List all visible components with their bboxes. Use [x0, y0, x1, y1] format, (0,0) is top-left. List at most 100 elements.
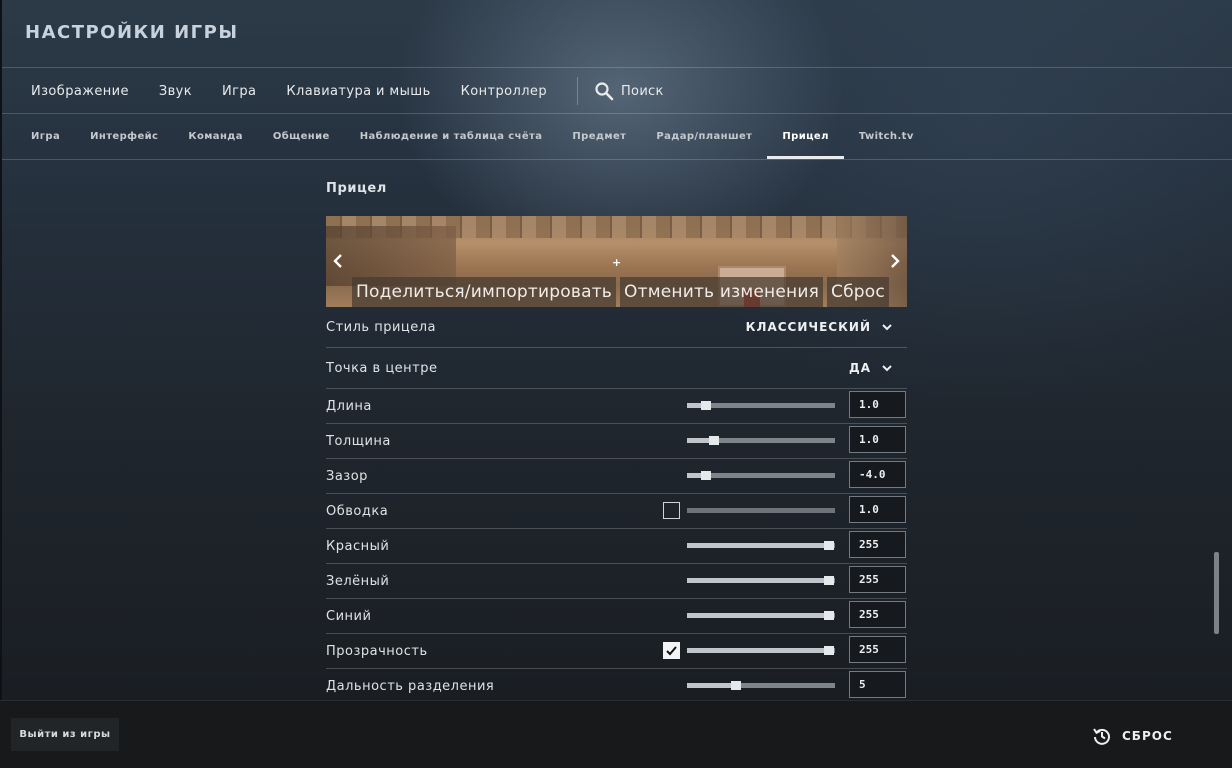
tab-game[interactable]: Игра	[222, 84, 256, 99]
red-input[interactable]: 255	[849, 531, 906, 558]
main-tabs: Изображение Звук Игра Клавиатура и мышь …	[0, 68, 664, 114]
slider-fill	[687, 543, 830, 548]
setting-label: Точка в центре	[326, 361, 438, 376]
footer: Выйти из игры СБРОС	[0, 700, 1232, 768]
outline-input[interactable]: 1.0	[849, 496, 906, 523]
setting-row-thickness: Толщина 1.0	[326, 424, 907, 459]
search-icon	[595, 82, 614, 101]
setting-row-red: Красный 255	[326, 529, 907, 564]
divider	[2, 113, 1232, 114]
exit-game-button[interactable]: Выйти из игры	[11, 718, 119, 751]
preview-reset-button[interactable]: Сброс	[827, 277, 889, 307]
setting-label: Красный	[326, 539, 390, 554]
subtab-radar[interactable]: Радар/планшет	[641, 115, 767, 159]
dropdown-value: ДА	[849, 361, 871, 375]
center-dot-dropdown[interactable]: ДА	[849, 361, 893, 375]
slider-thumb[interactable]	[701, 471, 712, 480]
setting-label: Прозрачность	[326, 644, 428, 659]
slider-thumb[interactable]	[824, 611, 835, 620]
reset-button[interactable]: СБРОС	[1092, 726, 1173, 746]
subtab-interface[interactable]: Интерфейс	[75, 115, 173, 159]
thickness-slider[interactable]	[687, 436, 835, 445]
split-distance-input[interactable]: 5	[849, 671, 906, 698]
chevron-down-icon	[882, 365, 892, 372]
slider-thumb[interactable]	[701, 401, 712, 410]
section-title: Прицел	[326, 181, 387, 196]
subtab-crosshair[interactable]: Прицел	[767, 115, 845, 159]
tab-keyboard-mouse[interactable]: Клавиатура и мышь	[286, 84, 430, 99]
preview-actions: Поделиться/импортировать Отменить измене…	[352, 277, 893, 307]
tab-video[interactable]: Изображение	[31, 84, 129, 99]
slider-fill	[687, 578, 830, 583]
setting-row-gap: Зазор -4.0	[326, 459, 907, 494]
revert-changes-button[interactable]: Отменить изменения	[620, 277, 824, 307]
page-title: НАСТРОЙКИ ИГРЫ	[25, 22, 239, 43]
share-import-button[interactable]: Поделиться/импортировать	[352, 277, 617, 307]
subtab-item[interactable]: Предмет	[557, 115, 641, 159]
style-dropdown[interactable]: КЛАССИЧЕСКИЙ	[746, 320, 893, 334]
setting-row-style: Стиль прицела КЛАССИЧЕСКИЙ	[326, 307, 907, 348]
blue-input[interactable]: 255	[849, 601, 906, 628]
slider-fill	[687, 683, 736, 688]
slider-thumb[interactable]	[708, 436, 719, 445]
crosshair-sample: +	[612, 256, 622, 269]
reset-label: СБРОС	[1122, 729, 1173, 743]
subtab-communication[interactable]: Общение	[258, 115, 345, 159]
tab-audio[interactable]: Звук	[159, 84, 192, 99]
dropdown-value: КЛАССИЧЕСКИЙ	[745, 320, 871, 334]
green-input[interactable]: 255	[849, 566, 906, 593]
slider-thumb[interactable]	[824, 576, 835, 585]
setting-label: Обводка	[326, 504, 389, 519]
gap-slider[interactable]	[687, 471, 835, 480]
setting-label: Стиль прицела	[326, 320, 437, 335]
setting-label: Толщина	[326, 434, 391, 449]
red-slider[interactable]	[687, 541, 835, 550]
outline-checkbox[interactable]	[663, 502, 680, 519]
setting-row-green: Зелёный 255	[326, 564, 907, 599]
gap-input[interactable]: -4.0	[849, 461, 906, 488]
setting-row-center-dot: Точка в центре ДА	[326, 348, 907, 389]
divider	[2, 159, 1232, 160]
thickness-input[interactable]: 1.0	[849, 426, 906, 453]
green-slider[interactable]	[687, 576, 835, 585]
slider-thumb[interactable]	[824, 646, 835, 655]
setting-label: Синий	[326, 609, 372, 624]
slider-thumb[interactable]	[730, 681, 741, 690]
setting-row-split-distance: Дальность разделения 5	[326, 669, 907, 704]
settings-list: Стиль прицела КЛАССИЧЕСКИЙ Точка в центр…	[326, 307, 907, 704]
alpha-checkbox[interactable]	[663, 642, 680, 659]
subtab-game[interactable]: Игра	[16, 115, 75, 159]
setting-row-length: Длина 1.0	[326, 389, 907, 424]
slider-thumb[interactable]	[824, 541, 835, 550]
alpha-slider[interactable]	[687, 646, 835, 655]
chevron-left-icon[interactable]	[329, 252, 347, 270]
tab-separator	[576, 77, 578, 105]
search-button[interactable]: Поиск	[594, 81, 664, 101]
split-distance-slider[interactable]	[687, 681, 835, 690]
chevron-down-icon	[882, 324, 892, 331]
length-input[interactable]: 1.0	[849, 391, 906, 418]
slider-fill	[687, 648, 830, 653]
alpha-input[interactable]: 255	[849, 636, 906, 663]
setting-label: Зелёный	[326, 574, 390, 589]
crosshair-preview: + Поделиться/импортировать Отменить изме…	[326, 216, 907, 307]
outline-slider[interactable]	[687, 508, 835, 513]
sub-tabs: Игра Интерфейс Команда Общение Наблюдени…	[0, 115, 929, 159]
setting-label: Зазор	[326, 469, 368, 484]
subtab-team[interactable]: Команда	[173, 115, 258, 159]
subtab-twitch[interactable]: Twitch.tv	[844, 115, 929, 159]
slider-fill	[687, 613, 830, 618]
blue-slider[interactable]	[687, 611, 835, 620]
checkmark-icon	[666, 646, 677, 656]
setting-label: Длина	[326, 399, 372, 414]
setting-row-alpha: Прозрачность 255	[326, 634, 907, 669]
search-label: Поиск	[620, 83, 664, 99]
history-reset-icon	[1093, 728, 1110, 745]
subtab-spectator-scoreboard[interactable]: Наблюдение и таблица счёта	[345, 115, 558, 159]
tab-controller[interactable]: Контроллер	[461, 84, 547, 99]
scrollbar[interactable]	[1214, 552, 1219, 634]
length-slider[interactable]	[687, 401, 835, 410]
setting-row-blue: Синий 255	[326, 599, 907, 634]
chevron-right-icon[interactable]	[886, 252, 904, 270]
setting-row-outline: Обводка 1.0	[326, 494, 907, 529]
